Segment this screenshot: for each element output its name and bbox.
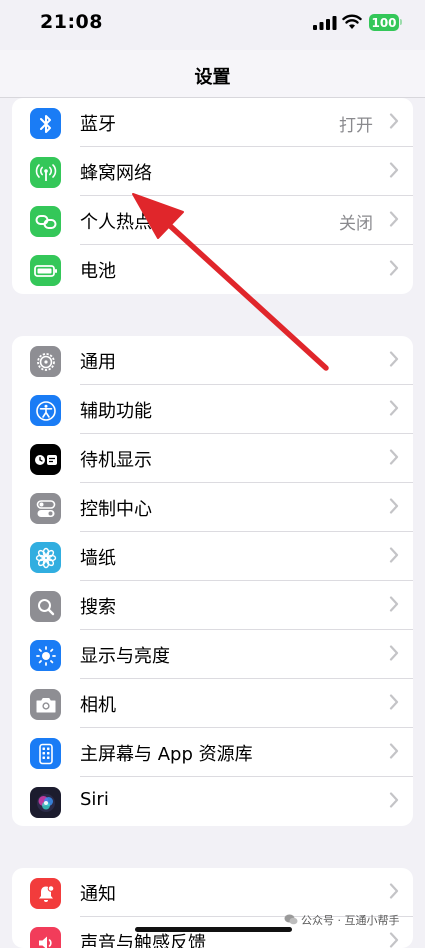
settings-row-wallpaper[interactable]: 墙纸	[12, 532, 413, 581]
row-label: 通知	[80, 884, 116, 905]
settings-row-hotspot[interactable]: 个人热点 关闭	[12, 196, 413, 245]
wifi-icon	[342, 14, 362, 29]
toggles-icon	[30, 493, 61, 524]
cellular-antenna-icon	[30, 157, 61, 188]
row-label: 蜂窝网络	[80, 163, 152, 184]
row-label: 主屏幕与 App 资源库	[80, 744, 253, 765]
accessibility-icon	[30, 395, 61, 426]
chevron-right-icon	[389, 351, 399, 367]
gear-icon	[30, 346, 61, 377]
settings-row-search[interactable]: 搜索	[12, 581, 413, 630]
camera-icon	[30, 689, 61, 720]
battery-icon	[30, 255, 61, 286]
status-time: 21:08	[40, 11, 103, 33]
chevron-right-icon	[389, 211, 399, 227]
row-label: Siri	[80, 789, 109, 810]
home-screen-icon	[30, 738, 61, 769]
row-label: 待机显示	[80, 450, 152, 471]
bell-icon	[30, 878, 61, 909]
settings-row-notifications[interactable]: 通知	[12, 868, 413, 917]
row-label: 墙纸	[80, 548, 116, 569]
sun-icon	[30, 640, 61, 671]
navigation-bar: 设置	[0, 50, 425, 98]
hotspot-link-icon	[30, 206, 61, 237]
row-value: 关闭	[339, 214, 373, 234]
settings-group-connectivity: 蓝牙 打开 蜂窝网络 个人热点 关闭 电池	[12, 98, 413, 294]
speaker-icon	[30, 927, 61, 948]
home-indicator[interactable]	[135, 927, 292, 932]
row-label: 控制中心	[80, 499, 152, 520]
row-label: 显示与亮度	[80, 646, 170, 667]
chevron-right-icon	[389, 694, 399, 710]
chevron-right-icon	[389, 792, 399, 808]
row-value: 打开	[339, 116, 373, 136]
settings-row-bluetooth[interactable]: 蓝牙 打开	[12, 98, 413, 147]
settings-row-cellular[interactable]: 蜂窝网络	[12, 147, 413, 196]
settings-row-control-center[interactable]: 控制中心	[12, 483, 413, 532]
watermark-text: 公众号 · 互通小帮手	[301, 914, 400, 927]
settings-row-home-screen[interactable]: 主屏幕与 App 资源库	[12, 728, 413, 777]
settings-row-standby[interactable]: 待机显示	[12, 434, 413, 483]
chevron-right-icon	[389, 260, 399, 276]
settings-row-camera[interactable]: 相机	[12, 679, 413, 728]
battery-percent: 100	[371, 15, 397, 30]
chevron-right-icon	[389, 400, 399, 416]
settings-row-siri[interactable]: Siri	[12, 777, 413, 826]
flower-icon	[30, 542, 61, 573]
chevron-right-icon	[389, 596, 399, 612]
row-label: 电池	[80, 261, 116, 282]
siri-icon	[30, 787, 61, 818]
row-label: 搜索	[80, 597, 116, 618]
row-label: 蓝牙	[80, 114, 116, 135]
settings-row-battery[interactable]: 电池	[12, 245, 413, 294]
chevron-right-icon	[389, 932, 399, 948]
row-label: 相机	[80, 695, 116, 716]
status-bar: 21:08 100	[0, 0, 425, 50]
chevron-right-icon	[389, 645, 399, 661]
watermark: 公众号 · 互通小帮手	[284, 912, 400, 928]
chevron-right-icon	[389, 113, 399, 129]
settings-row-display-brightness[interactable]: 显示与亮度	[12, 630, 413, 679]
settings-row-general[interactable]: 通用	[12, 336, 413, 385]
settings-group-general: 通用 辅助功能 待机显示 控制中心 墙纸 搜索 显示与亮度 相机 主屏幕与 Ap…	[12, 336, 413, 826]
battery-level-badge: 100	[369, 14, 399, 31]
row-label: 个人热点	[80, 212, 152, 233]
cellular-signal-icon	[313, 16, 337, 30]
search-icon	[30, 591, 61, 622]
row-label: 辅助功能	[80, 401, 152, 422]
page-title: 设置	[194, 67, 231, 88]
chevron-right-icon	[389, 498, 399, 514]
chevron-right-icon	[389, 449, 399, 465]
standby-icon	[30, 444, 61, 475]
chevron-right-icon	[389, 547, 399, 563]
row-label: 通用	[80, 352, 116, 373]
settings-row-accessibility[interactable]: 辅助功能	[12, 385, 413, 434]
chevron-right-icon	[389, 883, 399, 899]
chevron-right-icon	[389, 162, 399, 178]
chevron-right-icon	[389, 743, 399, 759]
battery-cap	[400, 19, 402, 25]
wechat-logo-icon	[284, 914, 298, 925]
bluetooth-icon	[30, 108, 61, 139]
settings-group-notifications: 通知 声音与触感反馈	[12, 868, 413, 948]
